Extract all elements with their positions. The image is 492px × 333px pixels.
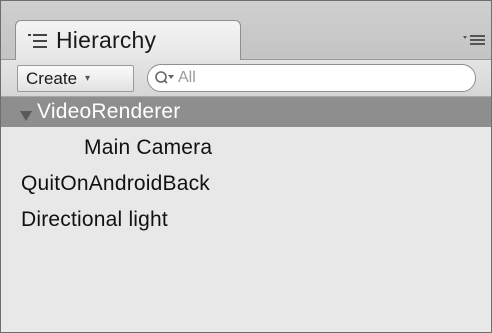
hierarchy-list-icon bbox=[26, 32, 50, 50]
create-dropdown-button[interactable]: Create ▾ bbox=[17, 65, 134, 92]
tree-item-label: Main Camera bbox=[84, 136, 213, 159]
tree-item-quitonandroidback[interactable]: QuitOnAndroidBack bbox=[1, 169, 491, 199]
tree-item-main-camera[interactable]: Main Camera bbox=[1, 133, 491, 163]
chevron-down-icon: ▾ bbox=[85, 73, 91, 84]
tab-hierarchy[interactable]: Hierarchy bbox=[15, 20, 241, 60]
hierarchy-toolbar: Create ▾ bbox=[1, 60, 491, 97]
panel-menu-icon[interactable] bbox=[461, 31, 487, 49]
tree-item-videorenderer[interactable]: VideoRenderer bbox=[1, 97, 491, 127]
create-label: Create bbox=[26, 68, 78, 88]
tree-item-label: VideoRenderer bbox=[37, 100, 181, 123]
search-icon[interactable] bbox=[154, 69, 176, 87]
tab-strip: Hierarchy bbox=[1, 1, 491, 60]
tree-item-label: Directional light bbox=[21, 208, 168, 231]
hierarchy-tree: VideoRenderer Main Camera QuitOnAndroidB… bbox=[1, 97, 491, 332]
foldout-expanded-icon[interactable] bbox=[19, 105, 33, 121]
tree-item-directional-light[interactable]: Directional light bbox=[1, 205, 491, 235]
search-field[interactable] bbox=[147, 64, 476, 92]
tree-item-label: QuitOnAndroidBack bbox=[21, 172, 210, 195]
tab-title: Hierarchy bbox=[56, 27, 157, 53]
search-input[interactable] bbox=[176, 69, 458, 87]
hierarchy-panel: Hierarchy Create ▾ All VideoRenderer Mai… bbox=[0, 0, 492, 333]
